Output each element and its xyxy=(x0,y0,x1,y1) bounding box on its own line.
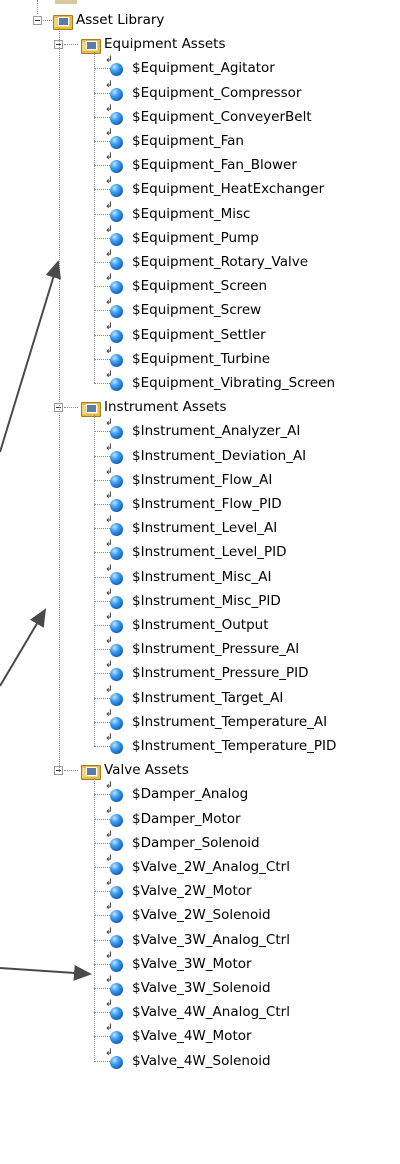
annotation-arrow-equipment xyxy=(0,260,61,453)
annotation-arrows xyxy=(0,260,92,981)
asset-library-tree: Asset Library Equipment Assets ↲ $Equipment… xyxy=(0,0,400,1164)
annotation-arrow-instrument xyxy=(0,608,47,687)
annotation-arrow-valve xyxy=(0,964,92,981)
